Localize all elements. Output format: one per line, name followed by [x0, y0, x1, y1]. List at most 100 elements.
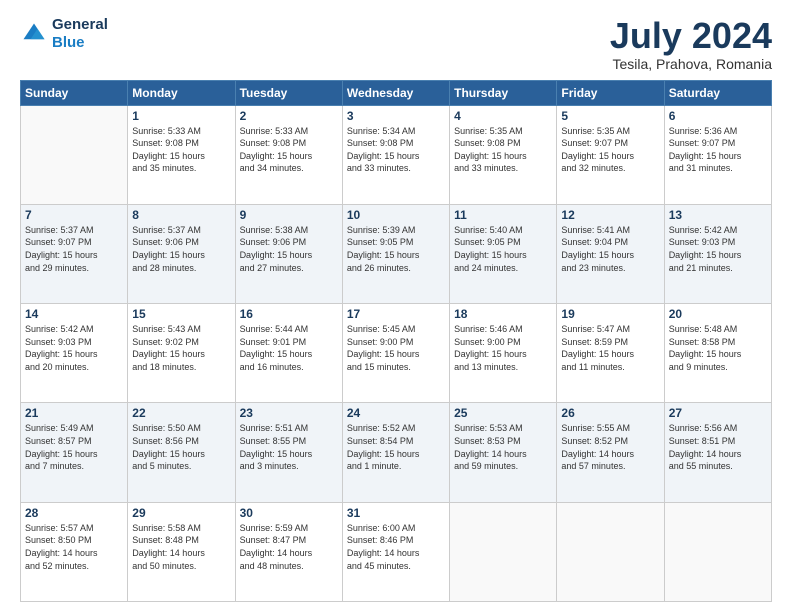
subtitle: Tesila, Prahova, Romania	[610, 56, 772, 72]
calendar-cell: 12 Sunrise: 5:41 AM Sunset: 9:04 PM Dayli…	[557, 204, 664, 303]
weekday-header-monday: Monday	[128, 80, 235, 105]
calendar-cell: 29Sunrise: 5:58 AM Sunset: 8:48 PM Dayli…	[128, 502, 235, 601]
weekday-header-wednesday: Wednesday	[342, 80, 449, 105]
day-number: 16	[240, 307, 338, 321]
day-number: 23	[240, 406, 338, 420]
day-number: 26	[561, 406, 659, 420]
calendar-table: SundayMondayTuesdayWednesdayThursdayFrid…	[20, 80, 772, 602]
weekday-header-friday: Friday	[557, 80, 664, 105]
calendar-cell: 4Sunrise: 5:35 AM Sunset: 9:08 PM Daylig…	[450, 105, 557, 204]
day-number: 31	[347, 506, 445, 520]
day-info: Sunrise: 5:36 AM Sunset: 9:07 PM Dayligh…	[669, 125, 767, 175]
day-info: Sunrise: 5:39 AM Sunset: 9:05 PM Dayligh…	[347, 224, 445, 274]
day-info: Sunrise: 5:33 AM Sunset: 9:08 PM Dayligh…	[240, 125, 338, 175]
day-number: 9	[240, 208, 338, 222]
day-number: 2	[240, 109, 338, 123]
calendar-cell: 1 Sunrise: 5:33 AM Sunset: 9:08 PM Daylig…	[128, 105, 235, 204]
day-info: Sunrise: 5:58 AM Sunset: 8:48 PM Dayligh…	[132, 522, 230, 572]
calendar-cell	[557, 502, 664, 601]
day-info: Sunrise: 5:46 AM Sunset: 9:00 PM Dayligh…	[454, 323, 552, 373]
day-info: Sunrise: 5:57 AM Sunset: 8:50 PM Dayligh…	[25, 522, 123, 572]
day-info: Sunrise: 5:49 AM Sunset: 8:57 PM Dayligh…	[25, 422, 123, 472]
day-number: 14	[25, 307, 123, 321]
day-info: Sunrise: 5:40 AM Sunset: 9:05 PM Dayligh…	[454, 224, 552, 274]
day-number: 10	[347, 208, 445, 222]
calendar-cell: 9 Sunrise: 5:38 AM Sunset: 9:06 PM Daylig…	[235, 204, 342, 303]
day-number: 27	[669, 406, 767, 420]
day-info: Sunrise: 5:59 AM Sunset: 8:47 PM Dayligh…	[240, 522, 338, 572]
day-info: Sunrise: 5:41 AM Sunset: 9:04 PM Dayligh…	[561, 224, 659, 274]
day-number: 15	[132, 307, 230, 321]
day-number: 12	[561, 208, 659, 222]
calendar-cell: 17 Sunrise: 5:45 AM Sunset: 9:00 PM Dayli…	[342, 304, 449, 403]
day-info: Sunrise: 5:45 AM Sunset: 9:00 PM Dayligh…	[347, 323, 445, 373]
calendar-cell: 14 Sunrise: 5:42 AM Sunset: 9:03 PM Dayli…	[21, 304, 128, 403]
day-info: Sunrise: 5:42 AM Sunset: 9:03 PM Dayligh…	[25, 323, 123, 373]
day-info: Sunrise: 5:51 AM Sunset: 8:55 PM Dayligh…	[240, 422, 338, 472]
calendar-cell	[21, 105, 128, 204]
calendar-cell: 27Sunrise: 5:56 AM Sunset: 8:51 PM Dayli…	[664, 403, 771, 502]
day-number: 13	[669, 208, 767, 222]
day-info: Sunrise: 5:55 AM Sunset: 8:52 PM Dayligh…	[561, 422, 659, 472]
day-info: Sunrise: 5:33 AM Sunset: 9:08 PM Dayligh…	[132, 125, 230, 175]
day-number: 25	[454, 406, 552, 420]
day-number: 30	[240, 506, 338, 520]
day-number: 11	[454, 208, 552, 222]
header: General Blue July 2024 Tesila, Prahova, …	[20, 16, 772, 72]
calendar-week-row: 1 Sunrise: 5:33 AM Sunset: 9:08 PM Daylig…	[21, 105, 772, 204]
day-number: 7	[25, 208, 123, 222]
logo: General Blue	[20, 16, 108, 52]
day-number: 17	[347, 307, 445, 321]
day-info: Sunrise: 5:53 AM Sunset: 8:53 PM Dayligh…	[454, 422, 552, 472]
calendar-cell: 31 Sunrise: 6:00 AM Sunset: 8:46 PM Dayli…	[342, 502, 449, 601]
day-info: Sunrise: 5:35 AM Sunset: 9:07 PM Dayligh…	[561, 125, 659, 175]
calendar-cell: 25 Sunrise: 5:53 AM Sunset: 8:53 PM Dayli…	[450, 403, 557, 502]
weekday-header-thursday: Thursday	[450, 80, 557, 105]
calendar-cell: 22Sunrise: 5:50 AM Sunset: 8:56 PM Dayli…	[128, 403, 235, 502]
day-number: 22	[132, 406, 230, 420]
calendar-cell: 5 Sunrise: 5:35 AM Sunset: 9:07 PM Daylig…	[557, 105, 664, 204]
day-info: Sunrise: 5:47 AM Sunset: 8:59 PM Dayligh…	[561, 323, 659, 373]
day-number: 20	[669, 307, 767, 321]
calendar-cell: 15 Sunrise: 5:43 AM Sunset: 9:02 PM Dayli…	[128, 304, 235, 403]
day-number: 5	[561, 109, 659, 123]
day-info: Sunrise: 5:43 AM Sunset: 9:02 PM Dayligh…	[132, 323, 230, 373]
calendar-cell: 23 Sunrise: 5:51 AM Sunset: 8:55 PM Dayli…	[235, 403, 342, 502]
calendar-cell: 18 Sunrise: 5:46 AM Sunset: 9:00 PM Dayli…	[450, 304, 557, 403]
calendar-week-row: 7 Sunrise: 5:37 AM Sunset: 9:07 PM Daylig…	[21, 204, 772, 303]
calendar-cell: 3 Sunrise: 5:34 AM Sunset: 9:08 PM Daylig…	[342, 105, 449, 204]
day-info: Sunrise: 5:37 AM Sunset: 9:07 PM Dayligh…	[25, 224, 123, 274]
day-info: Sunrise: 5:34 AM Sunset: 9:08 PM Dayligh…	[347, 125, 445, 175]
day-info: Sunrise: 6:00 AM Sunset: 8:46 PM Dayligh…	[347, 522, 445, 572]
day-number: 1	[132, 109, 230, 123]
day-number: 6	[669, 109, 767, 123]
logo-text: General Blue	[52, 16, 108, 52]
calendar-cell: 28 Sunrise: 5:57 AM Sunset: 8:50 PM Dayli…	[21, 502, 128, 601]
calendar-cell: 11 Sunrise: 5:40 AM Sunset: 9:05 PM Dayli…	[450, 204, 557, 303]
day-info: Sunrise: 5:37 AM Sunset: 9:06 PM Dayligh…	[132, 224, 230, 274]
day-number: 3	[347, 109, 445, 123]
day-number: 4	[454, 109, 552, 123]
day-number: 19	[561, 307, 659, 321]
weekday-header-tuesday: Tuesday	[235, 80, 342, 105]
day-number: 18	[454, 307, 552, 321]
calendar-cell: 2 Sunrise: 5:33 AM Sunset: 9:08 PM Daylig…	[235, 105, 342, 204]
calendar-cell: 26 Sunrise: 5:55 AM Sunset: 8:52 PM Dayli…	[557, 403, 664, 502]
calendar-week-row: 21 Sunrise: 5:49 AM Sunset: 8:57 PM Dayli…	[21, 403, 772, 502]
day-info: Sunrise: 5:52 AM Sunset: 8:54 PM Dayligh…	[347, 422, 445, 472]
calendar-cell: 10 Sunrise: 5:39 AM Sunset: 9:05 PM Dayli…	[342, 204, 449, 303]
day-info: Sunrise: 5:48 AM Sunset: 8:58 PM Dayligh…	[669, 323, 767, 373]
weekday-header-row: SundayMondayTuesdayWednesdayThursdayFrid…	[21, 80, 772, 105]
day-info: Sunrise: 5:38 AM Sunset: 9:06 PM Dayligh…	[240, 224, 338, 274]
main-title: July 2024	[610, 16, 772, 56]
day-number: 21	[25, 406, 123, 420]
calendar-cell: 13Sunrise: 5:42 AM Sunset: 9:03 PM Dayli…	[664, 204, 771, 303]
calendar-cell: 16Sunrise: 5:44 AM Sunset: 9:01 PM Dayli…	[235, 304, 342, 403]
calendar-cell: 30 Sunrise: 5:59 AM Sunset: 8:47 PM Dayli…	[235, 502, 342, 601]
calendar-cell	[450, 502, 557, 601]
calendar-cell	[664, 502, 771, 601]
day-number: 24	[347, 406, 445, 420]
calendar-cell: 7 Sunrise: 5:37 AM Sunset: 9:07 PM Daylig…	[21, 204, 128, 303]
day-number: 28	[25, 506, 123, 520]
calendar-week-row: 28 Sunrise: 5:57 AM Sunset: 8:50 PM Dayli…	[21, 502, 772, 601]
